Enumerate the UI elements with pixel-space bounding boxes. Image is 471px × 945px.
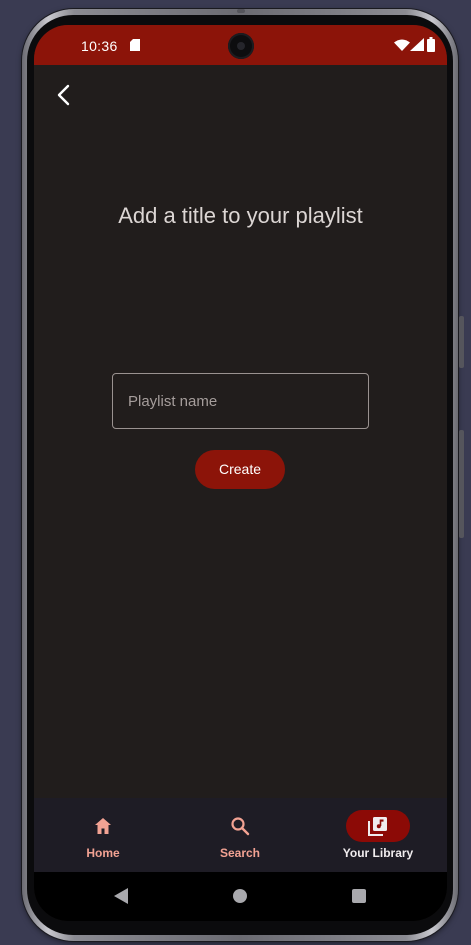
nav-active-indicator (346, 810, 410, 842)
nav-label-your-library: Your Library (342, 846, 414, 860)
nav-item-search[interactable]: Search (171, 798, 309, 872)
battery-icon (427, 37, 435, 52)
status-time: 10:36 (81, 38, 118, 54)
back-triangle-icon[interactable] (114, 888, 128, 904)
nav-icon-container (208, 810, 272, 842)
signal-icon (410, 38, 424, 51)
playlist-name-input[interactable] (113, 374, 368, 428)
nav-item-home[interactable]: Home (34, 798, 172, 872)
nav-label-home: Home (86, 846, 120, 860)
chevron-left-icon (57, 84, 70, 106)
nav-label-search: Search (219, 846, 261, 860)
nav-item-your-library[interactable]: Your Library (309, 798, 447, 872)
volume-button (459, 430, 464, 538)
recents-square-icon[interactable] (352, 889, 366, 903)
create-button[interactable]: Create (195, 450, 285, 489)
page-title: Add a title to your playlist (118, 203, 363, 228)
status-bar: 10:36 (34, 25, 447, 65)
back-button[interactable] (49, 80, 79, 110)
camera-cutout (228, 33, 254, 59)
nav-icon-container (71, 810, 135, 842)
bottom-navigation: Home Search Your Library (34, 798, 447, 872)
library-music-icon (368, 817, 387, 836)
phone-screen: 10:36 Add a title to your playlist Creat… (34, 25, 447, 921)
power-button (459, 316, 464, 368)
search-icon (231, 817, 250, 836)
wifi-icon (394, 39, 410, 51)
home-icon (95, 818, 111, 834)
system-navigation-bar (34, 872, 447, 921)
sd-card-icon (130, 39, 140, 51)
home-circle-icon[interactable] (233, 889, 247, 903)
playlist-name-field[interactable] (112, 373, 369, 429)
device-top-edge (237, 9, 245, 13)
